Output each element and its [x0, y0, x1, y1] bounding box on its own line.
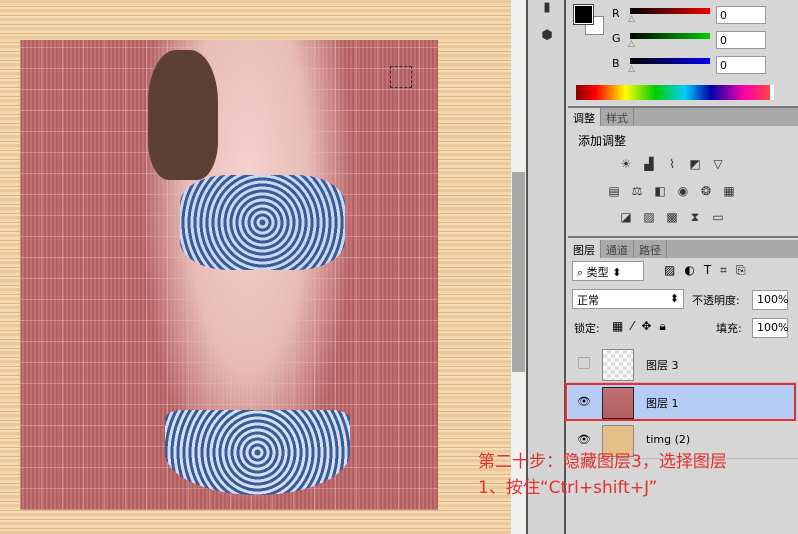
color-panel: R △ 0 G △ 0 B △ 0: [568, 0, 798, 108]
color-balance-icon[interactable]: ⚖: [629, 183, 645, 199]
green-value-input[interactable]: 0: [716, 31, 766, 49]
exposure-icon[interactable]: ◩: [687, 156, 703, 172]
layer-thumbnail: [602, 349, 634, 381]
layer-filter-select[interactable]: ⌕ 类型 ⬍: [572, 261, 644, 281]
photo-filter-icon[interactable]: ◉: [675, 183, 691, 199]
lock-label: 锁定:: [574, 322, 600, 335]
opacity-label: 不透明度:: [692, 294, 740, 307]
fill-label: 填充:: [716, 322, 742, 335]
layer-row[interactable]: 图层 3: [568, 346, 798, 383]
slider-thumb[interactable]: △: [628, 64, 635, 74]
type-filter-icon[interactable]: T: [704, 263, 711, 278]
canvas-figure-hair: [148, 50, 218, 180]
selective-color-icon[interactable]: ⧗: [687, 209, 703, 225]
lock-transparency-icon[interactable]: ▦: [612, 319, 623, 334]
channel-label-b: B: [612, 57, 620, 70]
smart-object-filter-icon[interactable]: ⎘: [736, 263, 746, 278]
3d-icon[interactable]: ⬢: [538, 28, 556, 44]
hue-saturation-icon[interactable]: ▤: [606, 183, 622, 199]
brightness-icon[interactable]: ☀: [618, 156, 634, 172]
foreground-color-swatch[interactable]: [573, 4, 594, 25]
annotation-line-2: 1、按住“Ctrl+shift+J”: [478, 478, 658, 498]
adjustments-panel: 调整 样式 添加调整 ☀ ▟ ⌇ ◩ ▽ ▤ ⚖ ◧ ◉ ❂ ▦ ◪ ▨ ▩ ⧗…: [568, 108, 798, 238]
canvas-figure-bottom: [165, 410, 350, 495]
annotation-line-1: 第二十步：隐藏图层3，选择图层: [478, 452, 727, 472]
filter-value: 类型: [586, 266, 609, 279]
channel-mixer-icon[interactable]: ❂: [698, 183, 714, 199]
shape-filter-icon[interactable]: ⌗: [720, 263, 727, 278]
levels-icon[interactable]: ▟: [641, 156, 657, 172]
color-lookup-icon[interactable]: ▦: [721, 183, 737, 199]
opacity-input[interactable]: 100%: [752, 290, 788, 310]
fill-input[interactable]: 100%: [752, 318, 788, 338]
layer-name: timg (2): [646, 433, 691, 446]
channel-label-r: R: [612, 7, 620, 20]
red-value-input[interactable]: 0: [716, 6, 766, 24]
tab-layers[interactable]: 图层: [568, 240, 601, 258]
lock-all-icon[interactable]: 🔒︎: [659, 319, 665, 334]
adjustments-title: 添加调整: [578, 134, 627, 148]
pixel-filter-icon[interactable]: ▨: [664, 263, 675, 278]
tab-paths[interactable]: 路径: [634, 240, 667, 258]
eye-icon[interactable]: 👁︎: [576, 433, 592, 447]
canvas-figure-top: [180, 175, 345, 270]
adjustment-filter-icon[interactable]: ◐: [684, 263, 694, 278]
curves-icon[interactable]: ⌇: [664, 156, 680, 172]
brush-preset-icon[interactable]: ▮: [538, 0, 556, 16]
tab-channels[interactable]: 通道: [601, 240, 634, 258]
blue-slider[interactable]: [630, 58, 710, 64]
tab-styles[interactable]: 样式: [601, 108, 634, 126]
blend-mode-select[interactable]: 正常 ⬍: [572, 289, 684, 309]
lock-pixels-icon[interactable]: ⁄: [631, 319, 633, 334]
channel-label-g: G: [612, 32, 621, 45]
highlight-box: [565, 383, 796, 421]
gradient-map-icon[interactable]: ▭: [710, 209, 726, 225]
marquee-selection[interactable]: [390, 66, 412, 88]
invert-icon[interactable]: ◪: [618, 209, 634, 225]
black-white-icon[interactable]: ◧: [652, 183, 668, 199]
layer-name: 图层 3: [646, 359, 679, 372]
red-slider[interactable]: [630, 8, 710, 14]
slider-thumb[interactable]: △: [628, 39, 635, 49]
vibrance-icon[interactable]: ▽: [710, 156, 726, 172]
visibility-toggle-off[interactable]: [578, 357, 590, 369]
scrollbar-thumb[interactable]: [512, 172, 525, 372]
blue-value-input[interactable]: 0: [716, 56, 766, 74]
lock-position-icon[interactable]: ✥: [641, 319, 651, 334]
posterize-icon[interactable]: ▨: [641, 209, 657, 225]
green-slider[interactable]: [630, 33, 710, 39]
threshold-icon[interactable]: ▩: [664, 209, 680, 225]
tab-adjustments[interactable]: 调整: [568, 108, 601, 126]
slider-thumb[interactable]: △: [628, 14, 635, 24]
color-spectrum[interactable]: [576, 85, 774, 100]
blend-mode-value: 正常: [577, 294, 599, 307]
